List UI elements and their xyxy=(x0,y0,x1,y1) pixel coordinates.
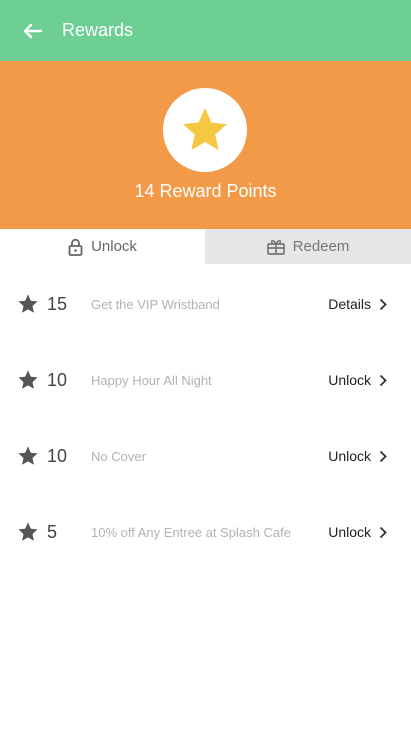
star-icon xyxy=(18,294,38,313)
action-label: Details xyxy=(328,296,371,312)
chevron-right-icon xyxy=(379,450,387,462)
list-item: 10 Happy Hour All Night Unlock xyxy=(0,342,411,418)
unlock-button[interactable]: Unlock xyxy=(328,524,387,540)
rewards-list: 15 Get the VIP Wristband Details 10 Happ… xyxy=(0,266,411,570)
list-item: 5 10% off Any Entree at Splash Cafe Unlo… xyxy=(0,494,411,570)
page-title: Rewards xyxy=(62,20,134,40)
points-header: 14 Reward Points xyxy=(0,61,411,229)
reward-cost: 5 xyxy=(47,521,58,542)
tab-redeem-label: Redeem xyxy=(292,238,350,255)
tab-unlock[interactable]: Unlock xyxy=(0,229,205,264)
star-icon xyxy=(18,522,38,541)
reward-name: 10% off Any Entree at Splash Cafe xyxy=(91,524,291,540)
arrow-left-icon xyxy=(23,23,42,38)
chevron-right-icon xyxy=(379,526,387,538)
points-badge xyxy=(163,88,247,172)
action-label: Unlock xyxy=(328,372,371,388)
app-bar: Rewards xyxy=(0,0,411,61)
chevron-right-icon xyxy=(379,374,387,386)
reward-name: No Cover xyxy=(91,448,146,464)
reward-points-total: 14 Reward Points xyxy=(134,181,277,201)
tab-redeem[interactable]: Redeem xyxy=(205,229,411,264)
reward-tabs: Unlock Redeem xyxy=(0,229,411,264)
reward-cost: 15 xyxy=(47,293,68,314)
reward-cost: 10 xyxy=(47,369,68,390)
reward-cost: 10 xyxy=(47,445,68,466)
unlock-button[interactable]: Unlock xyxy=(328,448,387,464)
action-label: Unlock xyxy=(328,448,371,464)
list-item: 10 No Cover Unlock xyxy=(0,418,411,494)
back-button[interactable] xyxy=(0,0,64,61)
list-item: 15 Get the VIP Wristband Details xyxy=(0,266,411,342)
tab-unlock-label: Unlock xyxy=(91,238,137,255)
star-icon xyxy=(18,370,38,389)
unlock-button[interactable]: Unlock xyxy=(328,372,387,388)
reward-name: Get the VIP Wristband xyxy=(91,296,220,312)
action-label: Unlock xyxy=(328,524,371,540)
chevron-right-icon xyxy=(379,298,387,310)
star-icon xyxy=(18,446,38,465)
gift-icon xyxy=(266,239,285,255)
lock-icon xyxy=(68,238,83,256)
details-button[interactable]: Details xyxy=(328,296,387,312)
reward-name: Happy Hour All Night xyxy=(91,372,212,388)
star-icon xyxy=(183,108,227,150)
